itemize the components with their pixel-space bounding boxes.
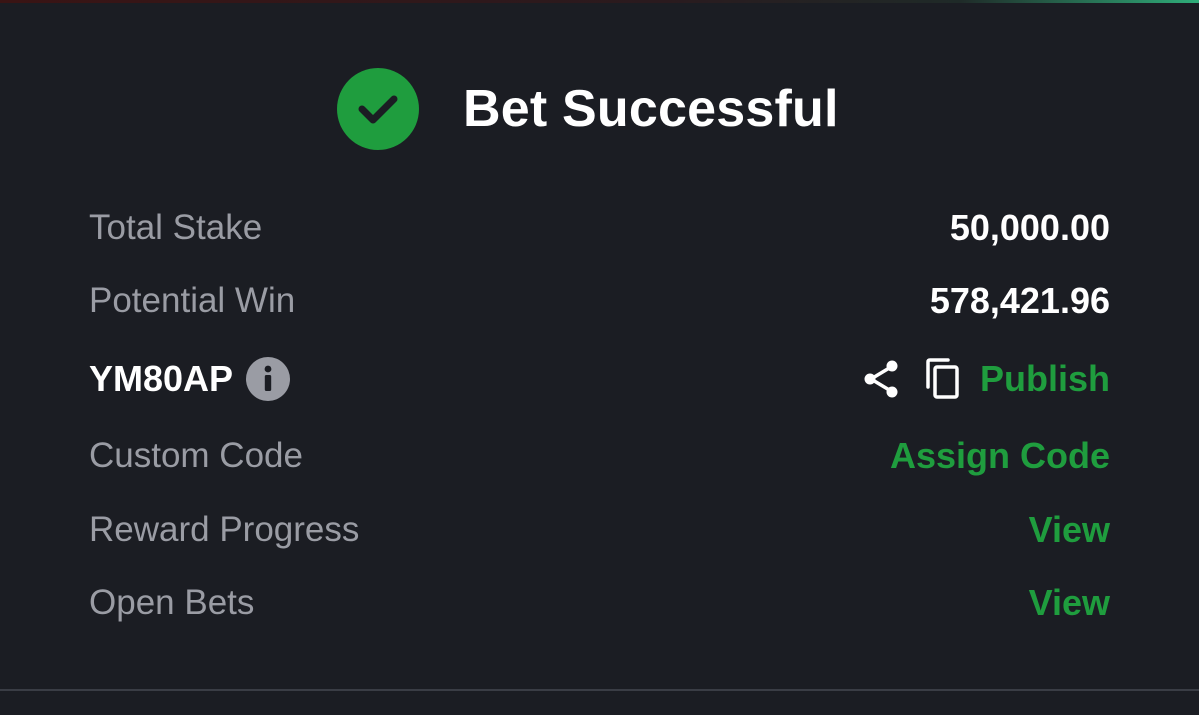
booking-code: YM80AP (89, 358, 234, 399)
reward-progress-row: Reward Progress View (89, 505, 1110, 555)
total-stake-label: Total Stake (89, 208, 263, 247)
page-title: Bet Successful (463, 80, 839, 138)
potential-win-value: 578,421.96 (929, 280, 1110, 321)
divider (0, 689, 1199, 691)
booking-code-group: YM80AP (89, 357, 291, 401)
publish-button[interactable]: Publish (980, 358, 1110, 400)
open-bets-view-link[interactable]: View (1029, 582, 1110, 624)
info-icon[interactable] (246, 357, 291, 401)
bet-success-header: Bet Successful (337, 68, 839, 150)
open-bets-row: Open Bets View (89, 578, 1110, 628)
potential-win-label: Potential Win (89, 281, 296, 320)
total-stake-row: Total Stake 50,000.00 (89, 203, 1110, 253)
share-icon[interactable] (860, 357, 902, 401)
potential-win-row: Potential Win 578,421.96 (89, 276, 1110, 326)
check-circle-icon (337, 68, 419, 150)
open-bets-label: Open Bets (89, 583, 255, 622)
custom-code-label: Custom Code (89, 436, 303, 475)
booking-code-row: YM80AP Publish (89, 354, 1110, 404)
reward-progress-label: Reward Progress (89, 510, 360, 549)
copy-icon[interactable] (922, 357, 962, 401)
booking-code-actions: Publish (860, 357, 1110, 401)
top-accent-strip (0, 0, 1199, 3)
assign-code-button[interactable]: Assign Code (890, 435, 1110, 477)
reward-progress-view-link[interactable]: View (1029, 509, 1110, 551)
total-stake-value: 50,000.00 (949, 207, 1110, 248)
custom-code-row: Custom Code Assign Code (89, 431, 1110, 481)
